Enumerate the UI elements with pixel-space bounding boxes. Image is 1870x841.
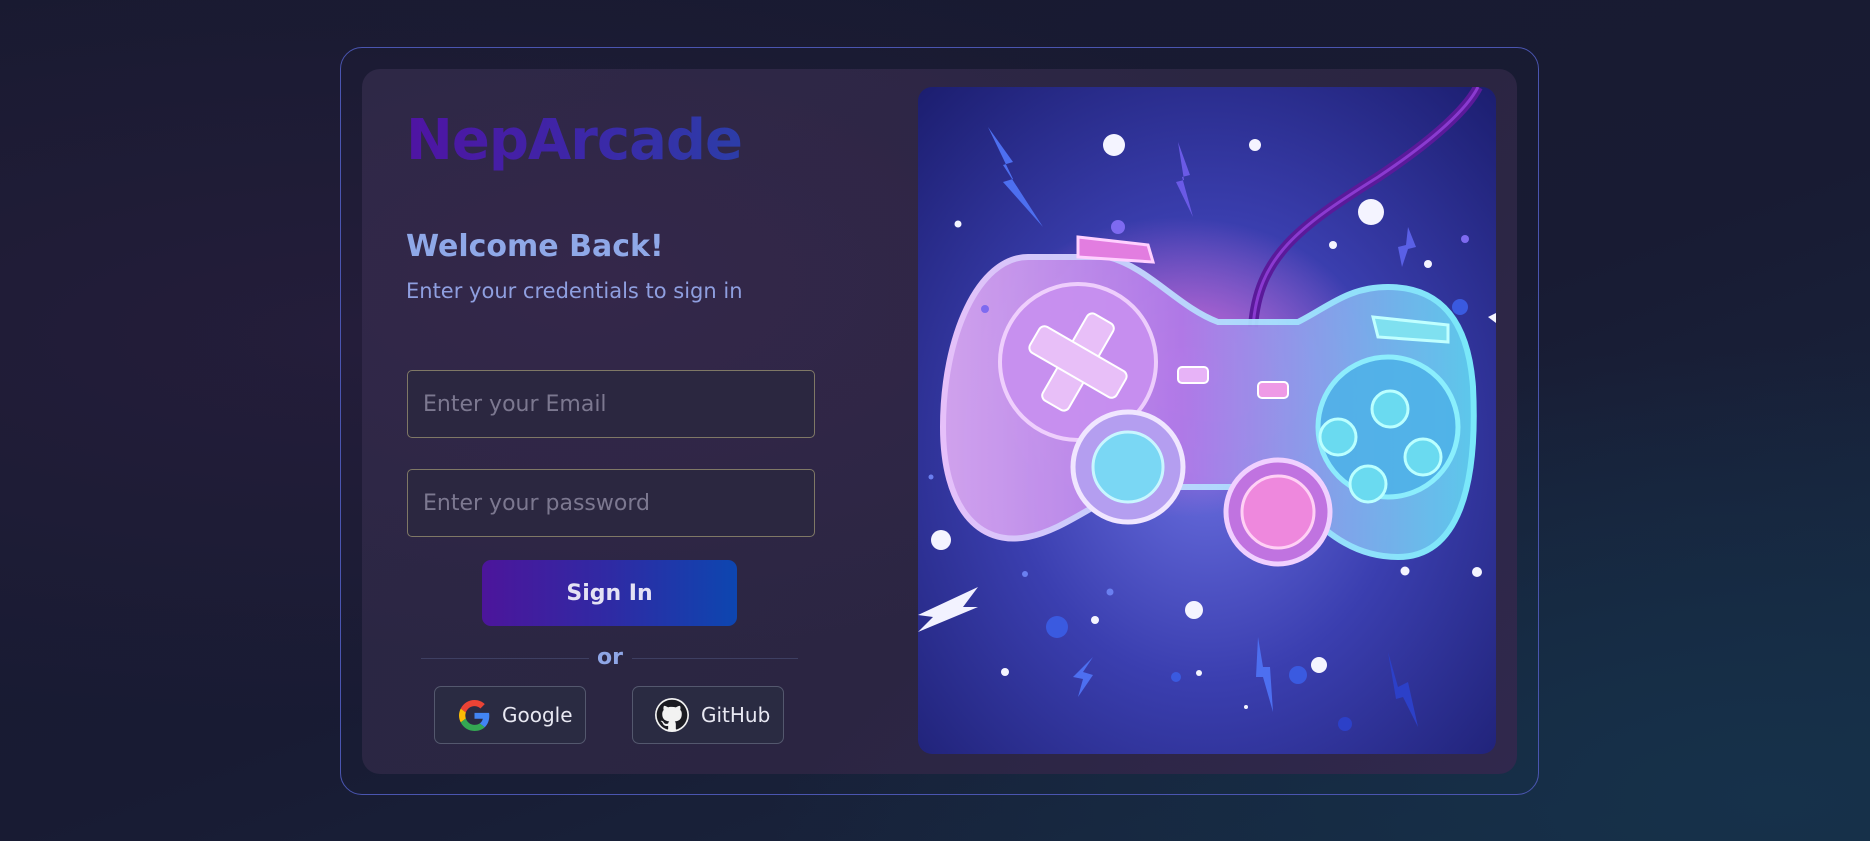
github-icon bbox=[655, 698, 689, 732]
email-field[interactable] bbox=[407, 370, 815, 438]
github-signin-button[interactable]: GitHub bbox=[632, 686, 784, 744]
divider-line-left bbox=[421, 658, 589, 659]
page-subtitle: Enter your credentials to sign in bbox=[406, 279, 743, 303]
google-signin-button[interactable]: Google bbox=[434, 686, 586, 744]
password-field[interactable] bbox=[407, 469, 815, 537]
page-title: Welcome Back! bbox=[406, 229, 664, 264]
google-icon bbox=[459, 699, 490, 731]
brand-logo: NepArcade bbox=[406, 108, 743, 173]
divider-or: or bbox=[597, 645, 623, 670]
google-label: Google bbox=[502, 703, 573, 727]
hero-illustration bbox=[918, 87, 1496, 754]
github-label: GitHub bbox=[701, 703, 771, 727]
divider-line-right bbox=[632, 658, 798, 659]
sign-in-button[interactable]: Sign In bbox=[482, 560, 737, 626]
